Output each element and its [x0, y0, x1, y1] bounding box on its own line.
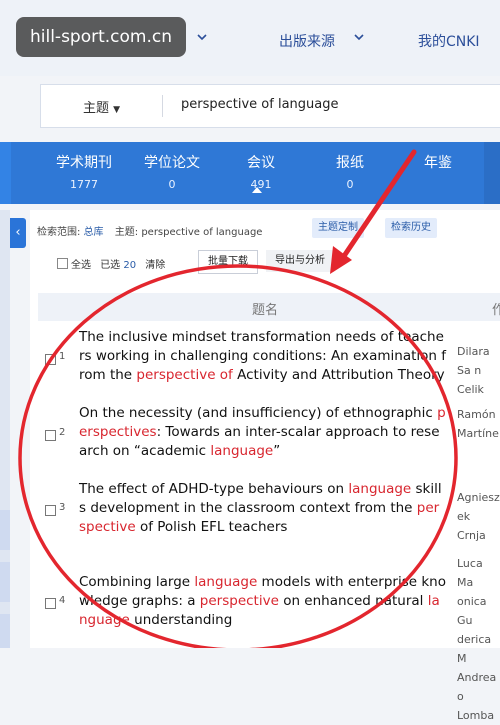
highlight-term: language — [194, 574, 258, 590]
tab-newspaper[interactable]: 报纸 0 — [330, 154, 370, 193]
export-analysis-button[interactable]: 导出与分析 — [266, 250, 334, 272]
search-scope-label: 主题 — [83, 101, 110, 116]
result-title-link[interactable]: The effect of ADHD-type behaviours on la… — [79, 480, 446, 537]
watermark: hill-sport.com.cn — [16, 17, 186, 57]
row-authors[interactable]: Dilara Sa n Celik — [457, 342, 500, 399]
row-number: 3 — [59, 502, 66, 513]
row-checkbox[interactable] — [45, 505, 56, 516]
title-text: Combining large — [79, 574, 195, 590]
result-title-link[interactable]: On the necessity (and insufficiency) of … — [79, 404, 446, 461]
title-text: ” — [273, 443, 281, 459]
title-text: Activity and Attribution Theory — [232, 367, 445, 383]
sidebar-card — [0, 614, 10, 648]
row-authors[interactable]: Ramón Martíne — [457, 405, 500, 443]
tab-label: 学位论文 — [144, 155, 200, 171]
row-checkbox[interactable] — [45, 354, 56, 365]
tab-count: 0 — [168, 178, 176, 191]
row-authors[interactable]: Luca Ma onica Gu derica M Andrea o Lomba — [457, 554, 500, 725]
nav-publisher-source[interactable]: 出版来源 — [279, 31, 335, 51]
active-tab-indicator — [252, 187, 262, 193]
chevron-left-icon: ‹ — [15, 225, 21, 240]
sidebar-card — [0, 562, 10, 602]
column-title: 题名 — [252, 303, 279, 318]
tab-count: 1777 — [70, 178, 98, 191]
topic-prefix: 主题: — [114, 227, 139, 238]
title-text: on enhanced natural — [278, 593, 428, 609]
search-history-button[interactable]: 检索历史 — [385, 218, 437, 238]
tab-scroll-edge — [484, 142, 500, 204]
nav-my-cnki[interactable]: 我的CNKI — [418, 31, 480, 51]
tab-edge — [0, 142, 11, 204]
caret-down-icon: ▼ — [113, 105, 121, 115]
results-panel: 检索范围: 总库 主题: perspective of language 主题定… — [30, 210, 500, 722]
search-scope-select[interactable]: 主题 ▼ — [83, 97, 120, 116]
row-checkbox[interactable] — [45, 430, 56, 441]
row-checkbox[interactable] — [45, 598, 56, 609]
scope-value: 总库 — [83, 227, 104, 238]
row-number: 2 — [59, 427, 66, 438]
chevron-down-icon[interactable] — [196, 31, 208, 43]
sidebar-card — [0, 510, 10, 550]
tab-label: 学术期刊 — [56, 155, 112, 171]
topic-value: perspective of language — [141, 227, 263, 238]
topic-customize-button[interactable]: 主题定制 — [312, 218, 364, 238]
tab-label: 报纸 — [336, 155, 364, 171]
tab-label: 年鉴 — [424, 155, 452, 171]
highlight-term: perspective of — [136, 367, 233, 383]
tab-label: 会议 — [247, 155, 275, 171]
clear-selection-link[interactable]: 清除 — [145, 260, 165, 271]
result-title-link[interactable]: Combining large language models with ent… — [79, 573, 446, 630]
scope-prefix: 检索范围: — [37, 227, 81, 238]
search-divider — [162, 95, 163, 117]
title-text: On the necessity (and insufficiency) of … — [79, 405, 438, 421]
tab-count: 0 — [346, 178, 354, 191]
highlight-term: perspective — [199, 593, 279, 609]
highlight-term: language — [348, 481, 412, 497]
highlight-term: language — [210, 443, 274, 459]
result-title-link[interactable]: The inclusive mindset transformation nee… — [79, 328, 446, 385]
chevron-down-icon[interactable] — [353, 31, 365, 43]
search-scope-line: 检索范围: 总库 主题: perspective of language — [37, 223, 262, 238]
tab-theses[interactable]: 学位论文 0 — [141, 154, 203, 193]
database-tabs: 学术期刊 1777 学位论文 0 会议 491 报纸 0 年鉴 — [0, 142, 500, 204]
table-header: 题名 作 — [38, 293, 500, 321]
title-text: The effect of ADHD-type behaviours on — [79, 481, 349, 497]
row-number: 1 — [59, 351, 66, 362]
selected-prefix: 已选 — [100, 260, 121, 271]
select-all-checkbox[interactable]: 全选 — [57, 258, 91, 271]
top-header: hill-sport.com.cn 出版来源 我的CNKI — [0, 0, 500, 76]
batch-download-button[interactable]: 批量下载 — [198, 250, 258, 274]
title-text: understanding — [129, 612, 233, 628]
row-number: 4 — [59, 595, 66, 606]
column-author: 作 — [492, 303, 500, 318]
selected-count: 20 — [123, 260, 137, 271]
tab-yearbook[interactable]: 年鉴 — [418, 154, 458, 177]
title-text: of Polish EFL teachers — [135, 519, 288, 535]
collapse-sidebar-button[interactable]: ‹ — [10, 218, 26, 248]
row-authors[interactable]: Agniesz ek Crnja — [457, 488, 500, 545]
select-all-label: 全选 — [71, 260, 91, 271]
checkbox-icon — [57, 258, 68, 269]
search-bar: 主题 ▼ perspective of language — [40, 84, 500, 128]
tab-journals[interactable]: 学术期刊 1777 — [53, 154, 115, 193]
result-toolbar: 全选 已选 20 清除 — [57, 256, 165, 271]
left-sidebar-edge — [0, 210, 10, 648]
search-input[interactable]: perspective of language — [181, 97, 339, 112]
